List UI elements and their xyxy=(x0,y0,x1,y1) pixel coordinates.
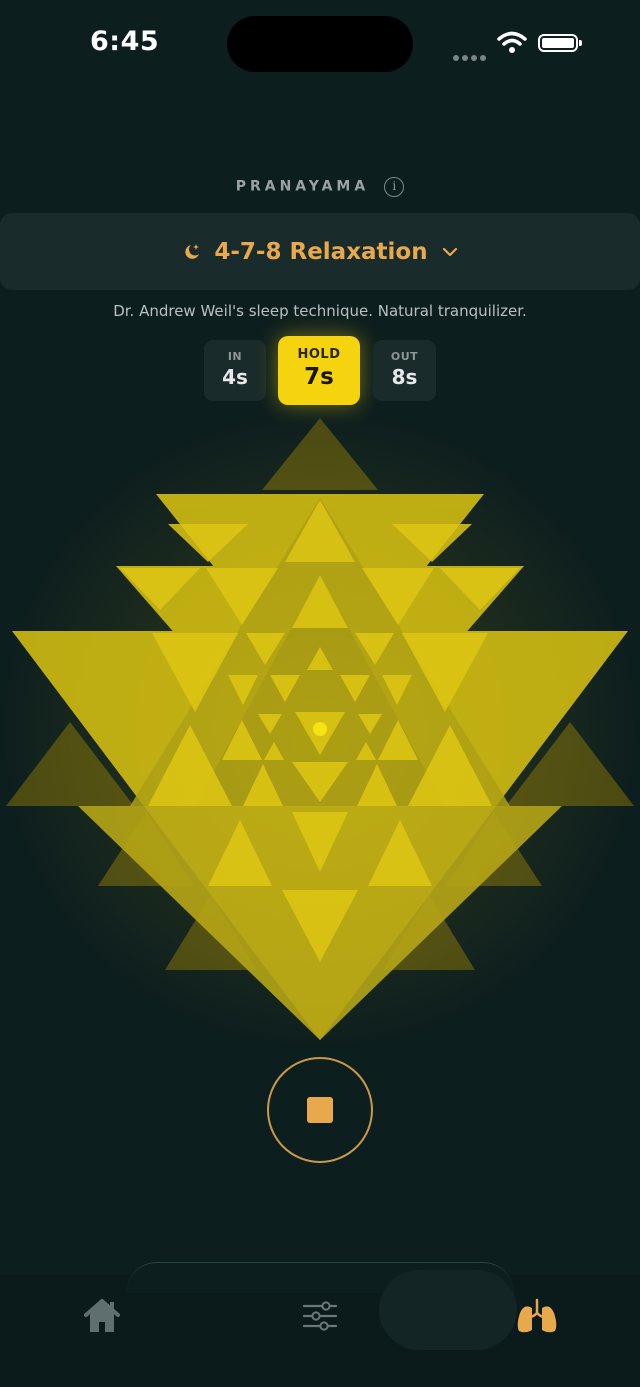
sri-yantra-visual xyxy=(0,412,640,1052)
chevron-down-icon xyxy=(442,247,457,256)
phase-duration: 7s xyxy=(304,364,334,390)
section-title: PRANAYAMA xyxy=(235,178,370,195)
phase-duration: 4s xyxy=(222,365,248,389)
phase-label: OUT xyxy=(390,350,419,363)
phase-exhale: OUT 8s xyxy=(373,340,436,401)
tab-breath-lungs-icon[interactable] xyxy=(515,1297,559,1335)
phase-label: IN xyxy=(227,350,243,363)
phase-duration: 8s xyxy=(391,365,418,389)
bindu-center-dot xyxy=(313,722,327,736)
tab-selected-background xyxy=(379,1270,517,1350)
moon-stars-icon xyxy=(185,243,200,259)
phase-label: HOLD xyxy=(297,347,341,362)
technique-description: Dr. Andrew Weil's sleep technique. Natur… xyxy=(113,302,527,320)
cellular-signal-icon xyxy=(453,46,489,65)
dynamic-island xyxy=(227,16,413,72)
phase-inhale: IN 4s xyxy=(204,340,266,401)
status-bar: 6:45 xyxy=(0,0,640,90)
tab-settings-sliders-icon[interactable] xyxy=(302,1300,338,1332)
technique-name: 4-7-8 Relaxation xyxy=(214,238,428,265)
battery-icon xyxy=(538,34,582,52)
wifi-icon xyxy=(497,31,527,53)
stop-button[interactable] xyxy=(267,1057,373,1163)
info-icon[interactable]: i xyxy=(384,176,405,197)
stop-icon xyxy=(307,1097,333,1123)
section-header: PRANAYAMA i xyxy=(0,176,640,197)
status-time: 6:45 xyxy=(90,26,160,57)
technique-selector[interactable]: 4-7-8 Relaxation xyxy=(0,213,640,290)
phase-hold: HOLD 7s xyxy=(278,336,360,405)
tab-home-icon[interactable] xyxy=(82,1297,122,1335)
